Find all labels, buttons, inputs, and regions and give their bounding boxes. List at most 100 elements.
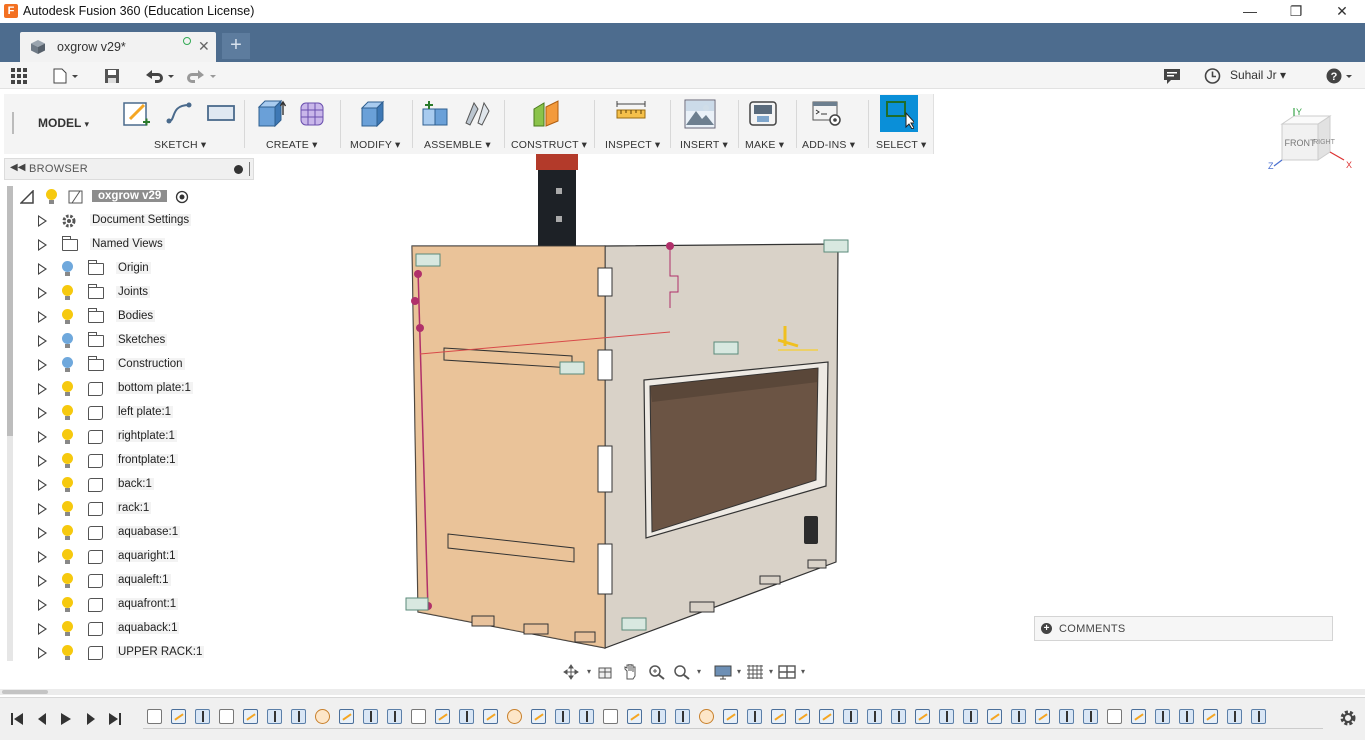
expand-triangle-icon[interactable] [38, 407, 47, 419]
create-sketch-icon[interactable] [122, 99, 152, 127]
look-at-icon[interactable] [596, 664, 614, 680]
timeline-sketch-icon[interactable] [723, 709, 738, 724]
timeline-extrude-icon[interactable] [867, 709, 882, 724]
timeline-component-icon[interactable] [147, 709, 162, 724]
visibility-bulb-icon[interactable] [62, 645, 73, 660]
visibility-bulb-icon[interactable] [62, 333, 73, 348]
timeline-track[interactable] [143, 706, 1323, 732]
file-menu-icon[interactable] [53, 67, 79, 85]
browser-minimize-icon[interactable] [234, 165, 243, 174]
visibility-bulb-icon[interactable] [62, 549, 73, 564]
rectangle-tool-icon[interactable] [206, 99, 236, 127]
step-forward-icon[interactable] [84, 712, 98, 726]
timeline-sketch-icon[interactable] [987, 709, 1002, 724]
minimize-button[interactable]: — [1227, 0, 1273, 23]
timeline-sketch-icon[interactable] [243, 709, 258, 724]
browser-pin-icon[interactable] [249, 162, 251, 176]
view-cube-front-label[interactable]: FRONT [1285, 138, 1316, 148]
expand-triangle-icon[interactable] [38, 599, 47, 611]
zoom-dropdown-icon[interactable]: ▾ [690, 664, 708, 680]
ribbon-grip[interactable] [12, 112, 14, 134]
viewports-dropdown-icon[interactable]: ▾ [794, 664, 812, 680]
timeline-component-icon[interactable] [411, 709, 426, 724]
expand-triangle-icon[interactable] [38, 455, 47, 467]
timeline-extrude-icon[interactable] [459, 709, 474, 724]
visibility-bulb-icon[interactable] [62, 381, 73, 396]
select-group[interactable]: SELECT ▾ [872, 94, 930, 154]
modify-menu-label[interactable]: MODIFY ▾ [350, 139, 400, 151]
timeline-extrude-icon[interactable] [555, 709, 570, 724]
timeline-sketch-icon[interactable] [1035, 709, 1050, 724]
go-to-end-icon[interactable] [108, 712, 122, 726]
close-window-button[interactable]: ✕ [1319, 0, 1365, 23]
pan-hand-icon[interactable] [622, 664, 640, 680]
timeline-extrude-icon[interactable] [891, 709, 906, 724]
visibility-bulb-icon[interactable] [62, 525, 73, 540]
timeline-sketch-icon[interactable] [795, 709, 810, 724]
extrude-icon[interactable] [256, 99, 286, 127]
browser-node[interactable]: rightplate:1 [16, 425, 256, 449]
redo-icon[interactable] [186, 67, 218, 85]
select-menu-label[interactable]: SELECT ▾ [876, 139, 926, 151]
timeline-joint-icon[interactable] [699, 709, 714, 724]
browser-node[interactable]: left plate:1 [16, 401, 256, 425]
browser-node[interactable]: Bodies [16, 305, 256, 329]
expand-triangle-icon[interactable] [38, 527, 47, 539]
insert-image-icon[interactable] [684, 99, 716, 129]
add-comment-icon[interactable]: + [1041, 623, 1052, 634]
orbit-icon[interactable] [562, 664, 580, 680]
scripts-add-ins-icon[interactable] [812, 99, 842, 127]
timeline-extrude-icon[interactable] [1155, 709, 1170, 724]
timeline-sketch-icon[interactable] [819, 709, 834, 724]
visibility-bulb-icon[interactable] [62, 357, 73, 372]
assemble-group[interactable]: ASSEMBLE ▾ [416, 94, 502, 154]
timeline-component-icon[interactable] [1107, 709, 1122, 724]
timeline-extrude-icon[interactable] [267, 709, 282, 724]
timeline-extrude-icon[interactable] [387, 709, 402, 724]
timeline-extrude-icon[interactable] [1251, 709, 1266, 724]
timeline-sketch-icon[interactable] [531, 709, 546, 724]
zoom-icon[interactable] [648, 664, 666, 680]
browser-node[interactable]: frontplate:1 [16, 449, 256, 473]
document-tab[interactable]: oxgrow v29* ✕ [20, 32, 216, 62]
browser-node[interactable]: Sketches [16, 329, 256, 353]
construct-group[interactable]: CONSTRUCT ▾ [508, 94, 590, 154]
timeline-sketch-icon[interactable] [435, 709, 450, 724]
visibility-bulb-icon[interactable] [62, 429, 73, 444]
visibility-bulb-icon[interactable] [62, 405, 73, 420]
expand-triangle-icon[interactable] [38, 239, 47, 251]
timeline-component-icon[interactable] [219, 709, 234, 724]
timeline-settings-gear-icon[interactable] [1339, 709, 1357, 727]
select-button[interactable] [880, 95, 918, 132]
expand-triangle-icon[interactable] [38, 623, 47, 635]
timeline-extrude-icon[interactable] [963, 709, 978, 724]
help-icon[interactable]: ? [1326, 67, 1354, 85]
scroll-thumb[interactable] [2, 690, 48, 694]
browser-node[interactable]: Origin [16, 257, 256, 281]
timeline-joint-icon[interactable] [507, 709, 522, 724]
close-tab-button[interactable]: ✕ [198, 38, 210, 55]
browser-node[interactable]: aquaright:1 [16, 545, 256, 569]
create-menu-label[interactable]: CREATE ▾ [266, 139, 318, 151]
browser-root-node[interactable]: oxgrow v29 [16, 185, 256, 209]
form-icon[interactable] [298, 99, 328, 127]
browser-node[interactable]: rack:1 [16, 497, 256, 521]
timeline-extrude-icon[interactable] [1083, 709, 1098, 724]
browser-node[interactable]: Named Views [16, 233, 256, 257]
add-ins-group[interactable]: ADD-INS ▾ [800, 94, 864, 154]
timeline-extrude-icon[interactable] [747, 709, 762, 724]
view-cube[interactable]: FRONT RIGHT Y Z X [1268, 108, 1360, 180]
timeline-extrude-icon[interactable] [1179, 709, 1194, 724]
fit-zoom-icon[interactable] [673, 664, 691, 680]
visibility-bulb-icon[interactable] [62, 261, 73, 276]
timeline-extrude-icon[interactable] [843, 709, 858, 724]
browser-node[interactable]: bottom plate:1 [16, 377, 256, 401]
timeline-extrude-icon[interactable] [195, 709, 210, 724]
browser-node[interactable]: Joints [16, 281, 256, 305]
expand-triangle-icon[interactable] [38, 359, 47, 371]
modify-group[interactable]: MODIFY ▾ [344, 94, 408, 154]
expand-triangle-icon[interactable] [38, 383, 47, 395]
viewport-scrollbar[interactable] [0, 689, 1365, 695]
workspace-switcher[interactable]: MODEL ▾ [38, 116, 89, 130]
user-account-menu[interactable]: Suhail Jr ▾ [1230, 68, 1286, 82]
